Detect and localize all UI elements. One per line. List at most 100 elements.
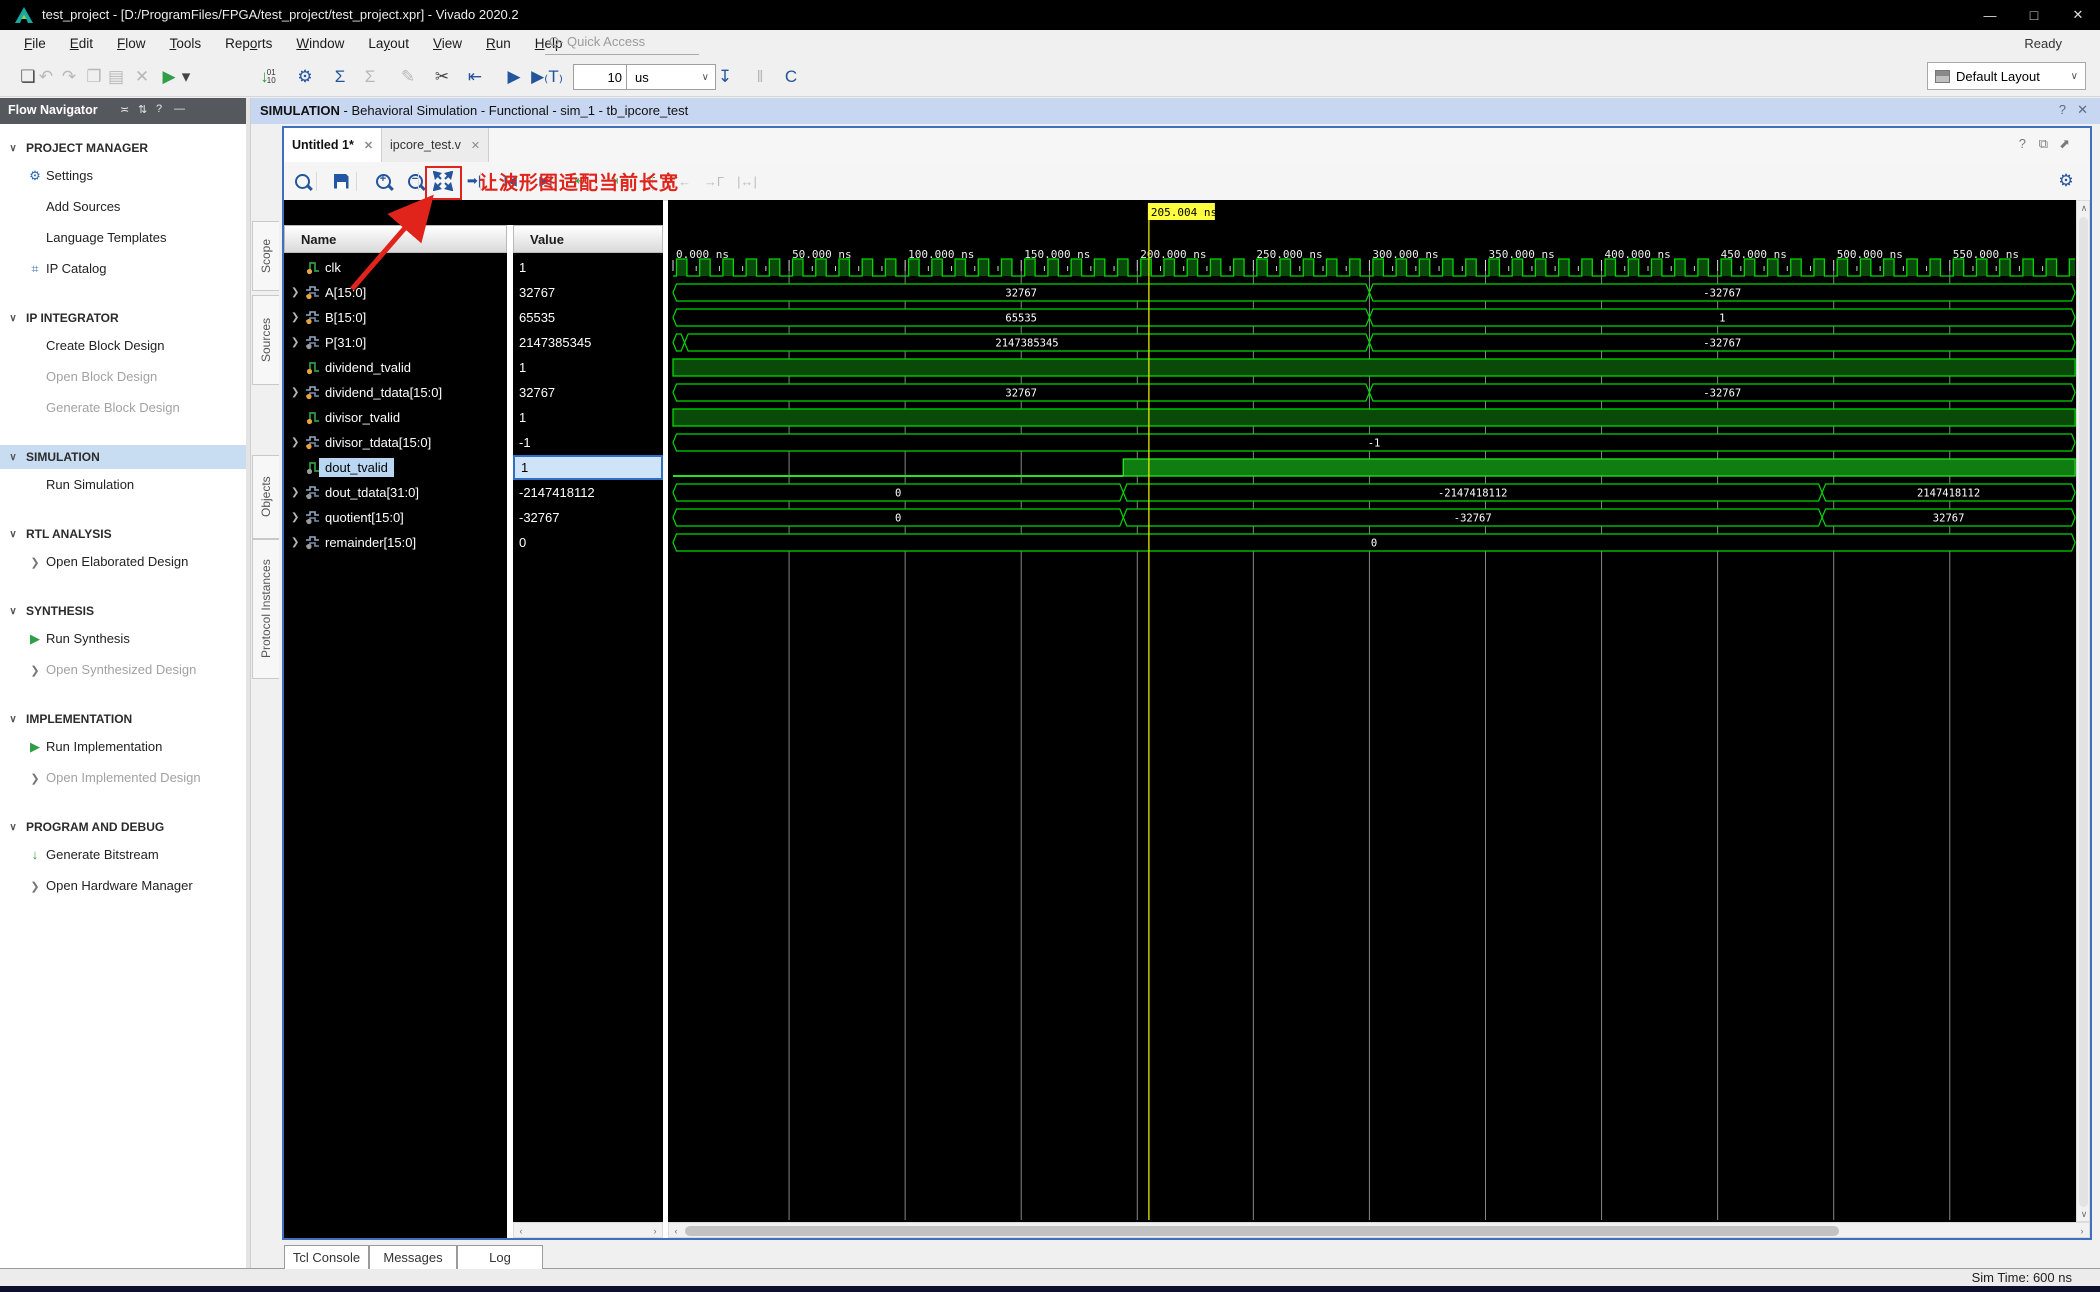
side-tab-objects[interactable]: Objects [252, 455, 279, 539]
signal-value-divisor_tvalid[interactable]: 1 [513, 405, 663, 430]
signal-value-clk[interactable]: 1 [513, 255, 663, 280]
signal-row-A150[interactable]: ❯ A[15:0] [284, 280, 507, 305]
run-time-input[interactable] [573, 64, 627, 90]
report-sum-icon[interactable]: Σ [326, 63, 354, 91]
span-markers-icon[interactable]: |↔| [733, 167, 761, 195]
flow-section-program-and-debug[interactable]: ∨ PROGRAM AND DEBUG [0, 815, 246, 839]
find-icon[interactable] [288, 167, 316, 195]
paste-icon[interactable]: ▤ [102, 63, 130, 91]
scroll-down-icon[interactable]: ∨ [2077, 1207, 2091, 1221]
signal-row-dout_tdata310[interactable]: ❯ dout_tdata[31:0] [284, 480, 507, 505]
flow-item-open-synthesized-design[interactable]: ❯ Open Synthesized Design [0, 654, 246, 685]
time-unit-select[interactable]: us ∨ [626, 64, 716, 90]
menu-layout[interactable]: Layout [356, 30, 421, 56]
expand-icon[interactable]: ❯ [291, 312, 299, 323]
next-marker-icon[interactable]: →Γ [700, 167, 728, 195]
menu-flow[interactable]: Flow [105, 30, 158, 56]
relaunch-icon[interactable]: C [777, 63, 805, 91]
redo-icon[interactable]: ↷ [55, 63, 83, 91]
close-button[interactable]: ✕ [2056, 0, 2100, 30]
signal-value-divisor_tdata150[interactable]: -1 [513, 430, 663, 455]
context-close-icon[interactable]: ✕ [2077, 102, 2088, 118]
bottom-tab-tcl-console[interactable]: Tcl Console [284, 1245, 369, 1269]
flow-item-settings[interactable]: ⚙ Settings [0, 160, 246, 191]
menu-edit[interactable]: Edit [58, 30, 105, 56]
restart-icon[interactable]: ⇤ [461, 63, 489, 91]
wave-canvas[interactable]: 0.000 ns 50.000 ns 100.000 ns 150.000 ns 200… [668, 200, 2076, 1222]
wave-tab-ipcore-test-v[interactable]: ipcore_test.v ✕ [382, 128, 490, 162]
float-window-icon[interactable]: ⧉ [2039, 136, 2048, 152]
flow-section-synthesis[interactable]: ∨ SYNTHESIS [0, 599, 246, 623]
flow-item-run-simulation[interactable]: Run Simulation [0, 469, 246, 500]
step-icon[interactable]: ↧ [711, 63, 739, 91]
run-all-icon[interactable]: ▶ [500, 63, 528, 91]
settings-icon[interactable]: ⚙ [291, 63, 319, 91]
expand-icon[interactable]: ❯ [291, 287, 299, 298]
expand-icon[interactable]: ❯ [291, 437, 299, 448]
run-for-time-icon[interactable]: ▶₍T₎ [531, 63, 563, 91]
save-wave-config-icon[interactable] [327, 167, 355, 195]
signal-value-dividend_tvalid[interactable]: 1 [513, 355, 663, 380]
flow-section-implementation[interactable]: ∨ IMPLEMENTATION [0, 707, 246, 731]
signal-row-P310[interactable]: ❯ P[31:0] [284, 330, 507, 355]
flow-item-open-elaborated-design[interactable]: ❯ Open Elaborated Design [0, 546, 246, 577]
flow-item-generate-block-design[interactable]: Generate Block Design [0, 392, 246, 423]
delete-breakpoints-icon[interactable]: ✂ [428, 63, 456, 91]
run-caret-icon[interactable]: ▾ [172, 63, 200, 91]
bottom-tab-messages[interactable]: Messages [369, 1245, 457, 1269]
signal-value-dividend_tdata150[interactable]: 32767 [513, 380, 663, 405]
signal-row-remainder150[interactable]: ❯ remainder[15:0] [284, 530, 507, 555]
value-hscrollbar[interactable]: ‹ › [513, 1222, 663, 1238]
generate-bitstream-icon[interactable]: ↓ 01 10 [254, 63, 282, 91]
expand-icon[interactable]: ❯ [291, 487, 299, 498]
maximize-window-icon[interactable]: ⬈ [2059, 136, 2070, 152]
signal-row-divisor_tdata150[interactable]: ❯ divisor_tdata[15:0] [284, 430, 507, 455]
signal-value-P310[interactable]: 2147385345 [513, 330, 663, 355]
value-scroll-right-icon[interactable]: › [648, 1223, 662, 1239]
menu-view[interactable]: View [421, 30, 474, 56]
wave-hscrollbar[interactable]: ‹ › [668, 1222, 2090, 1238]
expand-icon[interactable]: ❯ [291, 387, 299, 398]
report-sum-disabled-icon[interactable]: Σ [356, 63, 384, 91]
minimize-button[interactable]: — [1968, 0, 2012, 30]
menu-run[interactable]: Run [474, 30, 523, 56]
quick-access-input[interactable]: Q- Quick Access [545, 34, 699, 55]
signal-row-quotient150[interactable]: ❯ quotient[15:0] [284, 505, 507, 530]
delete-icon[interactable]: ✕ [128, 63, 156, 91]
signal-row-divisor_tvalid[interactable]: divisor_tvalid [284, 405, 507, 430]
flow-header-icon-3[interactable]: — [174, 103, 185, 115]
flow-header-icon-2[interactable]: ? [156, 103, 162, 115]
wave-scroll-left-icon[interactable]: ‹ [669, 1223, 683, 1239]
layout-select[interactable]: Default Layout ∨ [1927, 62, 2086, 90]
signal-row-clk[interactable]: clk [284, 255, 507, 280]
flow-item-run-implementation[interactable]: ▶ Run Implementation [0, 731, 246, 762]
signal-value-dout_tdata310[interactable]: -2147418112 [513, 480, 663, 505]
context-help-icon[interactable]: ? [2059, 102, 2066, 117]
flow-item-generate-bitstream[interactable]: ↓ Generate Bitstream [0, 839, 246, 870]
name-column-header[interactable]: Name [284, 225, 507, 253]
side-tab-protocol-instances[interactable]: Protocol Instances [252, 539, 279, 679]
wave-scroll-right-icon[interactable]: › [2075, 1223, 2089, 1239]
pause-icon[interactable]: ‖ [746, 63, 774, 91]
signal-row-B150[interactable]: ❯ B[15:0] [284, 305, 507, 330]
wave-help-icon[interactable]: ? [2019, 136, 2026, 151]
signal-value-A150[interactable]: 32767 [513, 280, 663, 305]
menu-reports[interactable]: Reports [213, 30, 284, 56]
value-column-header[interactable]: Value [513, 225, 663, 253]
flow-header-icon-1[interactable]: ⇅ [138, 103, 147, 116]
signal-value-dout_tvalid[interactable]: 1 [513, 455, 663, 480]
signal-value-remainder150[interactable]: 0 [513, 530, 663, 555]
menu-window[interactable]: Window [284, 30, 356, 56]
side-tab-scope[interactable]: Scope [252, 221, 279, 291]
close-tab-icon[interactable]: ✕ [364, 139, 373, 152]
menu-file[interactable]: File [12, 30, 58, 56]
wave-settings-icon[interactable]: ⚙ [2052, 167, 2080, 195]
flow-section-ip-integrator[interactable]: ∨ IP INTEGRATOR [0, 306, 246, 330]
expand-icon[interactable]: ❯ [291, 512, 299, 523]
flow-item-open-hardware-manager[interactable]: ❯ Open Hardware Manager [0, 870, 246, 901]
flow-item-create-block-design[interactable]: Create Block Design [0, 330, 246, 361]
flow-item-add-sources[interactable]: Add Sources [0, 191, 246, 222]
scroll-up-icon[interactable]: ∧ [2077, 201, 2091, 215]
flow-header-icon-0[interactable]: ≍ [120, 103, 129, 116]
flow-item-open-block-design[interactable]: Open Block Design [0, 361, 246, 392]
